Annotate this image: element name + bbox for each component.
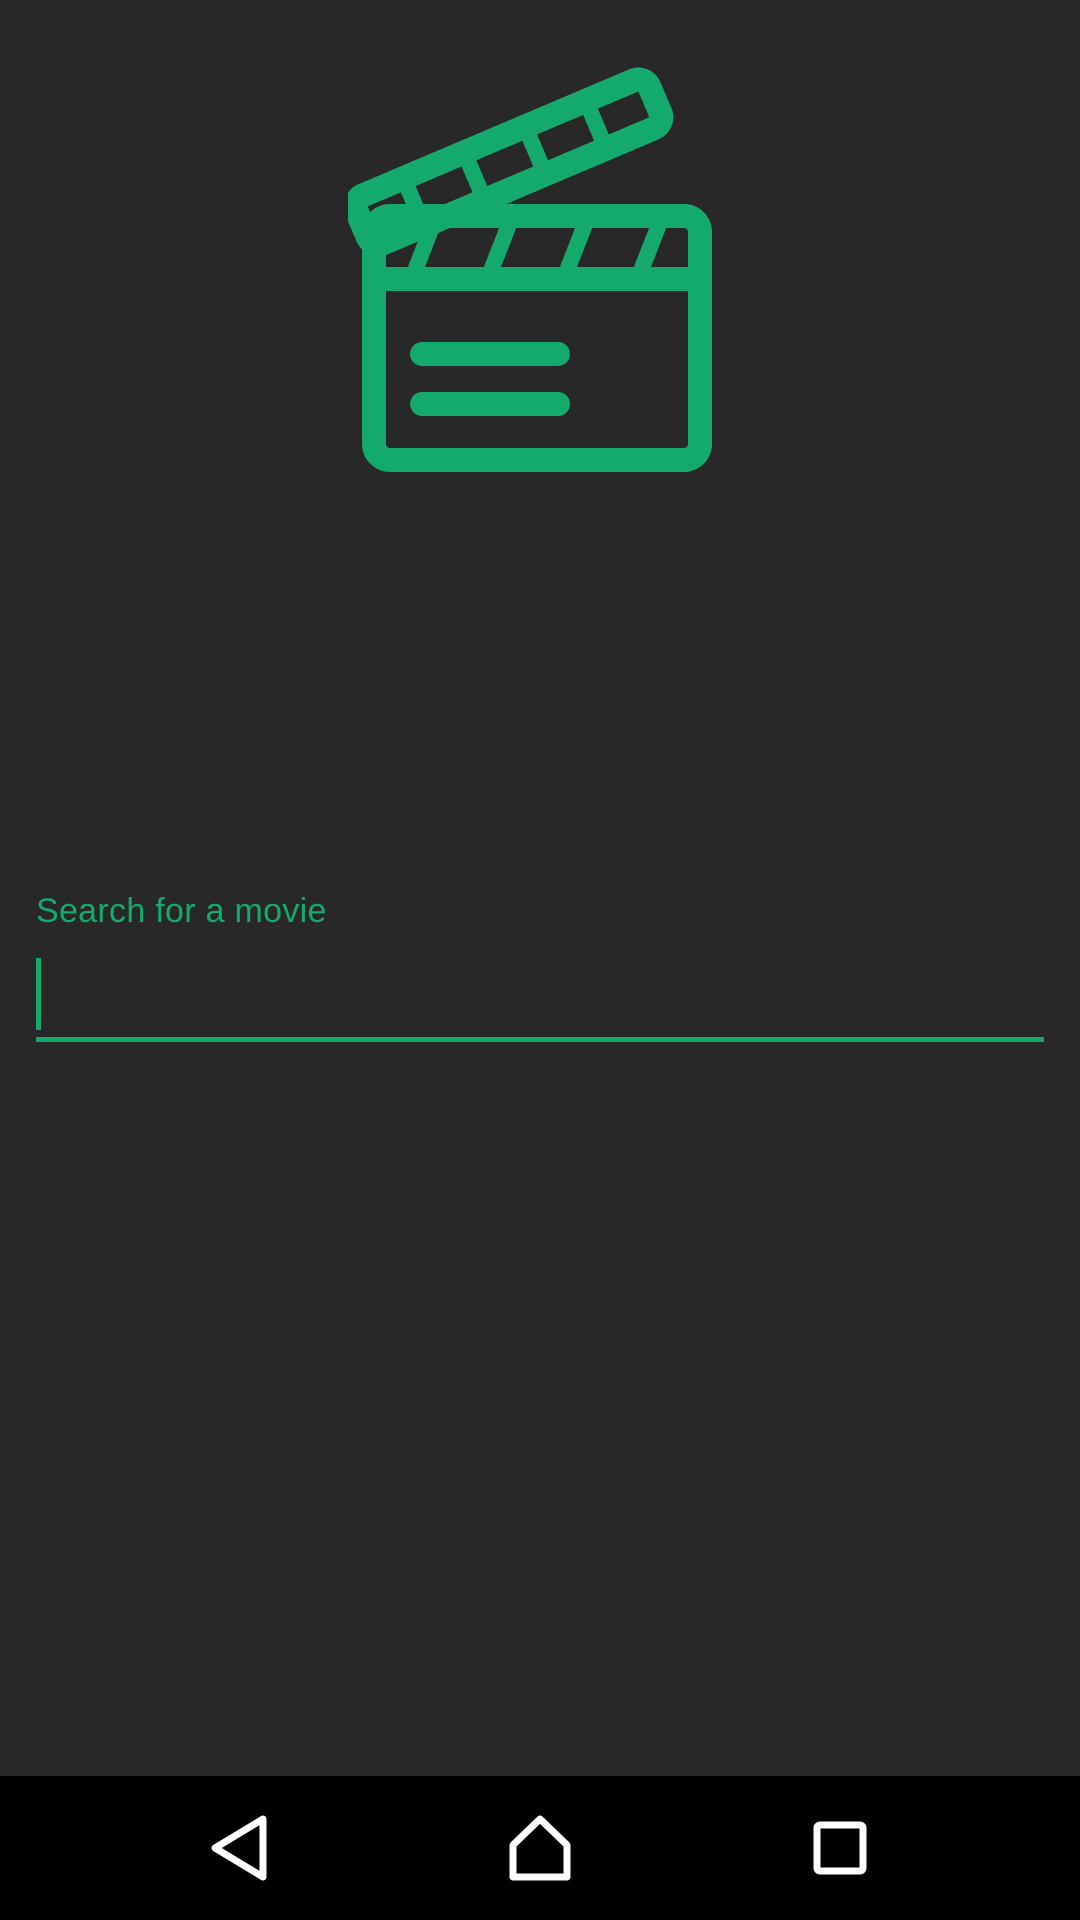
search-input[interactable] (36, 952, 1044, 1037)
search-field[interactable] (36, 952, 1044, 1042)
home-icon (509, 1815, 571, 1881)
search-label: Search for a movie (36, 892, 327, 930)
app-screen: Search for a movie (0, 0, 1080, 1776)
recent-apps-square-icon (813, 1821, 867, 1875)
home-button[interactable] (490, 1798, 590, 1898)
system-navigation-bar (0, 1776, 1080, 1920)
recent-apps-button[interactable] (790, 1798, 890, 1898)
back-button[interactable] (190, 1798, 290, 1898)
back-triangle-icon (211, 1815, 267, 1881)
clapperboard-icon (343, 18, 728, 478)
